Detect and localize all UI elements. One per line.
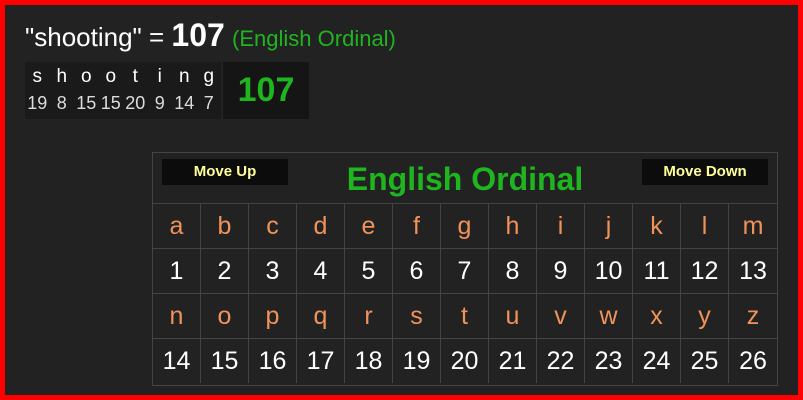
breakdown-letter-value: 8 xyxy=(56,93,67,113)
breakdown-total: 107 xyxy=(223,62,309,119)
cipher-number-cell: 17 xyxy=(297,338,345,383)
cipher-letter-cell: h xyxy=(489,203,537,248)
cipher-letter-cell: c xyxy=(249,203,297,248)
cipher-letter-cell: j xyxy=(585,203,633,248)
cipher-letter-row: abcdefghijklm xyxy=(153,203,777,248)
cipher-letter-cell: b xyxy=(201,203,249,248)
cipher-letter-cell: n xyxy=(153,293,201,338)
cipher-number-cell: 16 xyxy=(249,338,297,383)
cipher-number-cell: 22 xyxy=(537,338,585,383)
breakdown-letter: s xyxy=(32,66,43,87)
cipher-number-cell: 9 xyxy=(537,248,585,293)
breakdown-letter-column: i9 xyxy=(148,62,173,119)
cipher-letter-cell: v xyxy=(537,293,585,338)
breakdown-letter-column: h8 xyxy=(50,62,75,119)
breakdown-letter: h xyxy=(56,66,68,87)
cipher-letter-cell: d xyxy=(297,203,345,248)
cipher-number-cell: 8 xyxy=(489,248,537,293)
cipher-number-cell: 26 xyxy=(729,338,777,383)
breakdown-letter-value: 15 xyxy=(100,93,121,113)
cipher-letter-cell: a xyxy=(153,203,201,248)
cipher-number-cell: 12 xyxy=(681,248,729,293)
cipher-letter-cell: l xyxy=(681,203,729,248)
cipher-grid: a b c d e f g h i j k l m 1 2 3 4 5 6 7 8 9 10 11 12 13 n o p q r s t u v w… xyxy=(153,203,777,383)
breakdown-letter-value: 9 xyxy=(154,93,165,113)
cipher-number-cell: 21 xyxy=(489,338,537,383)
cipher-number-cell: 7 xyxy=(441,248,489,293)
breakdown-letter: t xyxy=(132,66,138,87)
cipher-number-cell: 4 xyxy=(297,248,345,293)
result-headline: "shooting" = 107 (English Ordinal) xyxy=(25,17,396,57)
headline-word: "shooting" xyxy=(25,22,142,52)
letter-breakdown: s 19 h 8 o 15 o 15 t 20 i 9 n 14 g 7 107 xyxy=(25,62,309,119)
cipher-letter-cell: u xyxy=(489,293,537,338)
cipher-number-row: 1 2 3 4 5 6 7 8 9 10 11 12 13 xyxy=(153,248,777,293)
breakdown-letters: s 19 h 8 o 15 o 15 t 20 i 9 n 14 g 7 xyxy=(25,62,221,119)
breakdown-letter-column: g7 xyxy=(197,62,222,119)
cipher-number-cell: 6 xyxy=(393,248,441,293)
cipher-letter-cell: z xyxy=(729,293,777,338)
breakdown-letter-value: 14 xyxy=(174,93,195,113)
cipher-number-cell: 25 xyxy=(681,338,729,383)
cipher-number-cell: 24 xyxy=(633,338,681,383)
breakdown-letter: n xyxy=(178,66,190,87)
page-frame: "shooting" = 107 (English Ordinal) s 19 h 8… xyxy=(0,0,803,400)
cipher-letter-cell: s xyxy=(393,293,441,338)
breakdown-letter-column: t 20 xyxy=(123,62,148,119)
breakdown-letter: g xyxy=(203,66,215,87)
breakdown-letter-column: n 14 xyxy=(172,62,197,119)
breakdown-letter-value: 7 xyxy=(203,93,214,113)
breakdown-letter-column: s 19 xyxy=(25,62,50,119)
headline-cipher-name: (English Ordinal) xyxy=(232,26,396,51)
move-down-button[interactable]: Move Down xyxy=(642,159,768,185)
cipher-letter-cell: f xyxy=(393,203,441,248)
cipher-letter-cell: e xyxy=(345,203,393,248)
cipher-letter-cell: y xyxy=(681,293,729,338)
breakdown-letter-column: o 15 xyxy=(74,62,99,119)
cipher-letter-row: nopqrstuvwxyz xyxy=(153,293,777,338)
cipher-number-cell: 2 xyxy=(201,248,249,293)
breakdown-letter: o xyxy=(105,66,117,87)
cipher-table: Move Up English Ordinal Move Down abcdef… xyxy=(152,152,778,386)
breakdown-letter-column: o 15 xyxy=(99,62,124,119)
cipher-letter-cell: i xyxy=(537,203,585,248)
breakdown-letter: o xyxy=(80,66,92,87)
cipher-table-header: Move Up English Ordinal Move Down xyxy=(153,153,777,203)
cipher-number-cell: 11 xyxy=(633,248,681,293)
headline-total: 107 xyxy=(171,17,225,53)
cipher-letter-cell: q xyxy=(297,293,345,338)
cipher-number-row: 14 15 16 17 18 19 20 21 22 23 24 25 26 xyxy=(153,338,777,383)
cipher-number-cell: 14 xyxy=(153,338,201,383)
cipher-number-cell: 23 xyxy=(585,338,633,383)
cipher-letter-cell: o xyxy=(201,293,249,338)
cipher-letter-cell: g xyxy=(441,203,489,248)
cipher-number-cell: 1 xyxy=(153,248,201,293)
cipher-number-cell: 18 xyxy=(345,338,393,383)
cipher-letter-cell: k xyxy=(633,203,681,248)
cipher-letter-cell: t xyxy=(441,293,489,338)
cipher-number-cell: 3 xyxy=(249,248,297,293)
cipher-letter-cell: x xyxy=(633,293,681,338)
cipher-number-cell: 19 xyxy=(393,338,441,383)
cipher-number-cell: 10 xyxy=(585,248,633,293)
cipher-number-cell: 15 xyxy=(201,338,249,383)
breakdown-letter-value: 15 xyxy=(76,93,97,113)
cipher-number-cell: 5 xyxy=(345,248,393,293)
cipher-letter-cell: p xyxy=(249,293,297,338)
cipher-number-cell: 20 xyxy=(441,338,489,383)
cipher-letter-cell: m xyxy=(729,203,777,248)
breakdown-letter: i xyxy=(157,66,162,87)
cipher-letter-cell: w xyxy=(585,293,633,338)
cipher-number-cell: 13 xyxy=(729,248,777,293)
cipher-letter-cell: r xyxy=(345,293,393,338)
breakdown-letter-value: 19 xyxy=(27,93,48,113)
headline-equals: = xyxy=(149,22,165,52)
breakdown-letter-value: 20 xyxy=(125,93,146,113)
